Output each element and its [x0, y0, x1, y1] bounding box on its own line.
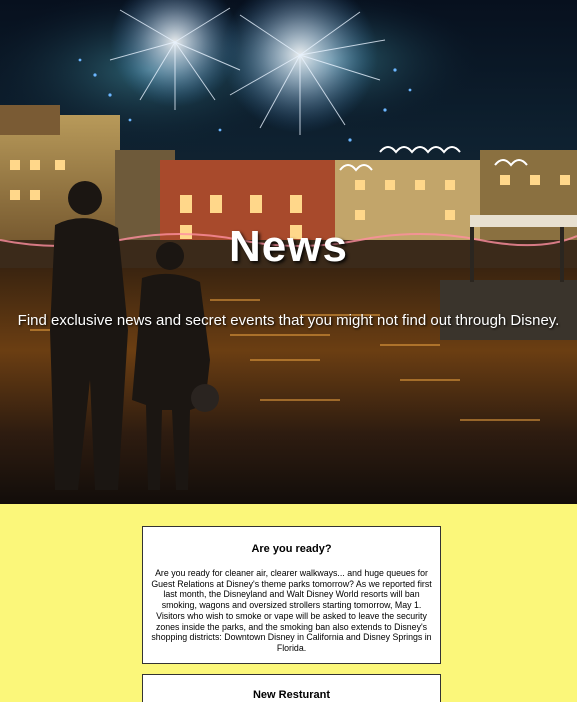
news-card-title: New Resturant — [252, 689, 331, 701]
hero-subtitle: Find exclusive news and secret events th… — [17, 312, 560, 329]
news-card: Are you ready? Are you ready for cleaner… — [142, 526, 441, 664]
hero-banner: News Find exclusive news and secret even… — [0, 0, 577, 504]
news-card: New Resturant — [142, 674, 441, 702]
news-card-body: Are you ready for cleaner air, clearer w… — [151, 568, 432, 653]
page-title: News — [229, 222, 348, 271]
news-card-title: Are you ready? — [251, 543, 332, 555]
